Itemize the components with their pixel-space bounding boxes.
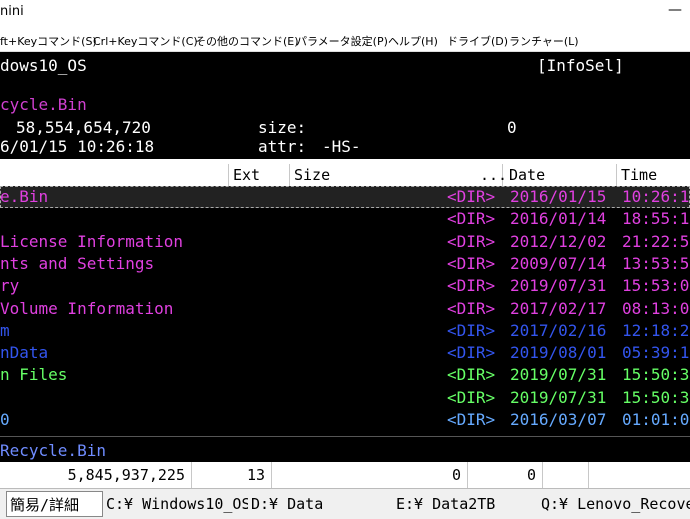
bottom-path-bar: Recycle.Bin	[0, 436, 690, 463]
status-blank-2	[589, 462, 690, 488]
dir-tag: <DIR>	[447, 343, 496, 363]
file-name: e.Bin	[0, 187, 49, 206]
dir-tag: <DIR>	[447, 298, 496, 318]
file-date: 2012/12/02	[510, 231, 607, 251]
dir-tag: <DIR>	[447, 387, 496, 407]
file-row[interactable]: n Files <DIR> 2019/07/31 15:50:3	[0, 364, 690, 386]
menu-launcher[interactable]: ランチャー(L)	[509, 33, 579, 49]
file-name: 0	[0, 410, 10, 429]
info-panel: dows10_OS [InfoSel] cycle.Bin 58,554,654…	[0, 52, 690, 159]
file-date: 2019/07/31	[510, 276, 607, 296]
bottom-path: Recycle.Bin	[0, 441, 106, 460]
status-total: 5,845,937,225	[0, 462, 192, 488]
file-name: Volume Information	[0, 298, 174, 318]
file-date: 2016/01/14	[510, 209, 607, 229]
file-row[interactable]: nts and Settings <DIR> 2009/07/14 13:53:5	[0, 253, 690, 275]
dir-tag: <DIR>	[447, 276, 496, 296]
file-time: 21:22:5	[622, 231, 690, 251]
file-row[interactable]: License Information <DIR> 2012/12/02 21:22:…	[0, 231, 690, 253]
file-time: 08:13:0	[622, 298, 690, 318]
file-time: 15:53:0	[622, 276, 690, 296]
infosel-indicator[interactable]: [InfoSel]	[537, 56, 624, 75]
file-row[interactable]: 0 <DIR> 2016/03/07 01:01:0	[0, 409, 690, 431]
menu-bar: ft+Keyコマンド(S) Crl+Keyコマンド(C) その他のコマンド(E)…	[0, 28, 690, 52]
file-name: ry	[0, 276, 20, 296]
dir-tag: <DIR>	[447, 410, 496, 429]
dir-tag: <DIR>	[447, 253, 496, 273]
current-path: cycle.Bin	[0, 95, 87, 114]
status-size: 0	[272, 462, 468, 488]
menu-help[interactable]: ヘルプ(H)	[388, 33, 438, 49]
file-date: 2019/08/01	[510, 343, 607, 363]
size-value: 0	[507, 118, 517, 137]
tab-drive-q[interactable]: Q:¥ Lenovo_Recovery	[538, 491, 690, 517]
file-date: 2017/02/16	[510, 320, 607, 340]
column-header: Ext Size ... Date Time	[0, 164, 690, 186]
status-other: 0	[468, 462, 543, 488]
file-time: 13:53:5	[622, 253, 690, 273]
file-date: 2017/02/17	[510, 298, 607, 318]
column-date[interactable]: Date	[505, 164, 617, 186]
file-time: 18:55:1	[622, 209, 690, 229]
file-row[interactable]: ry <DIR> 2019/07/31 15:53:0	[0, 275, 690, 297]
attr-label: attr:	[258, 137, 307, 156]
window-title: nini	[0, 4, 24, 19]
file-datetime: 6/01/15 10:26:18	[0, 137, 155, 156]
file-row[interactable]: nData <DIR> 2019/08/01 05:39:1	[0, 342, 690, 364]
size-label: size:	[258, 118, 307, 137]
drive-tab-bar: 簡易/詳細 C:¥ Windows10_OS D:¥ Data E:¥ Data…	[0, 488, 690, 519]
menu-drive[interactable]: ドライブ(D)	[447, 33, 508, 49]
file-date: 2019/07/31	[510, 365, 607, 385]
column-name[interactable]	[0, 164, 229, 186]
file-row[interactable]: m <DIR> 2017/02/16 12:18:2	[0, 320, 690, 342]
file-row[interactable]: <DIR> 2016/01/14 18:55:1	[0, 208, 690, 230]
file-date: 2019/07/31	[510, 387, 607, 407]
file-name: nData	[0, 343, 49, 363]
tab-drive-e[interactable]: E:¥ Data2TB	[393, 491, 538, 517]
menu-other-commands[interactable]: その他のコマンド(E)	[195, 33, 299, 49]
dir-tag: <DIR>	[447, 365, 496, 385]
menu-shift-key-commands[interactable]: ft+Keyコマンド(S)	[0, 33, 97, 49]
file-time: 15:50:3	[622, 387, 690, 407]
dir-tag: <DIR>	[447, 187, 496, 206]
file-time: 15:50:3	[622, 365, 690, 385]
column-dots[interactable]: ...	[468, 164, 507, 186]
file-row[interactable]: e.Bin <DIR> 2016/01/15 10:26:1	[0, 186, 690, 209]
volume-name: dows10_OS	[0, 56, 87, 75]
status-count: 13	[192, 462, 272, 488]
attr-value: -HS-	[322, 137, 361, 156]
file-time: 12:18:2	[622, 320, 690, 340]
file-name: n Files	[0, 365, 68, 385]
file-date: 2009/07/14	[510, 253, 607, 273]
status-line: 5,845,937,225 13 0 0	[0, 462, 690, 488]
toggle-simple-detail-button[interactable]: 簡易/詳細	[6, 491, 103, 517]
file-name: License Information	[0, 231, 184, 251]
file-row[interactable]: Volume Information <DIR> 2017/02/17 08:13:0	[0, 298, 690, 320]
file-time: 05:39:1	[622, 343, 690, 363]
file-date: 2016/01/15	[510, 187, 607, 206]
title-bar: nini —	[0, 0, 690, 28]
minimize-icon[interactable]: —	[668, 2, 682, 18]
file-date: 2016/03/07	[510, 410, 607, 429]
dir-tag: <DIR>	[447, 209, 496, 229]
menu-ctrl-key-commands[interactable]: Crl+Keyコマンド(C)	[93, 33, 198, 49]
tab-drive-c[interactable]: C:¥ Windows10_OS	[103, 491, 248, 517]
file-time: 01:01:0	[622, 410, 690, 429]
tab-drive-d[interactable]: D:¥ Data	[248, 491, 393, 517]
file-name: nts and Settings	[0, 253, 155, 273]
column-ext[interactable]: Ext	[229, 164, 290, 186]
menu-parameter-settings[interactable]: パラメータ設定(P)	[296, 33, 388, 49]
file-time: 10:26:1	[622, 187, 690, 206]
file-name: m	[0, 320, 10, 340]
status-blank	[543, 462, 589, 488]
file-list: e.Bin <DIR> 2016/01/15 10:26:1 <DIR> 2016/01/…	[0, 186, 690, 434]
dir-tag: <DIR>	[447, 320, 496, 340]
file-row[interactable]: <DIR> 2019/07/31 15:50:3	[0, 387, 690, 409]
dir-tag: <DIR>	[447, 231, 496, 251]
column-time[interactable]: Time	[617, 164, 690, 186]
free-space: 58,554,654,720	[16, 118, 151, 137]
